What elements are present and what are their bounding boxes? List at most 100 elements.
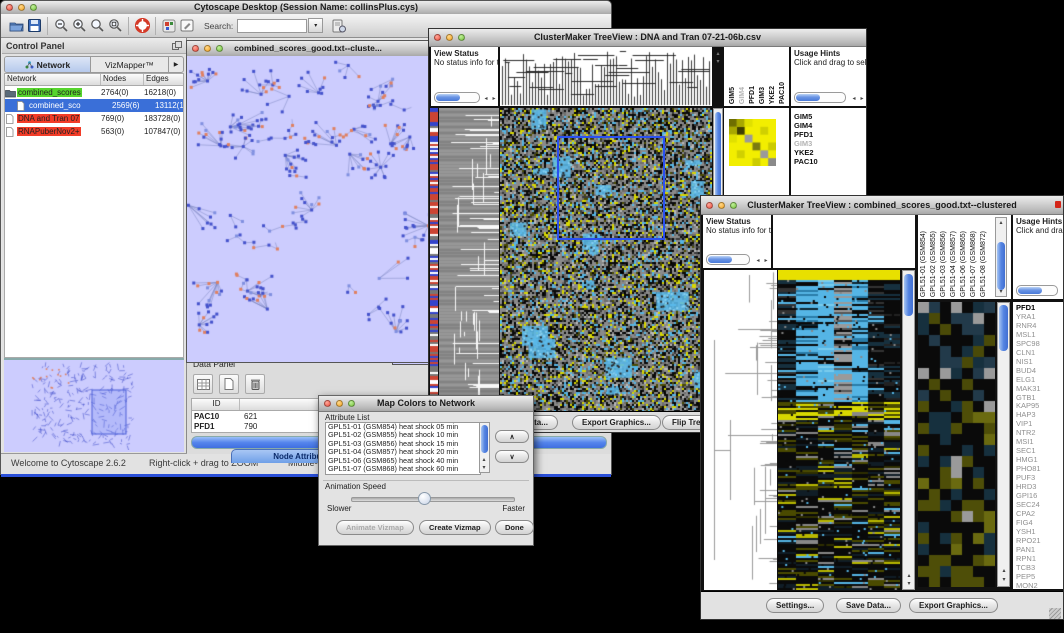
save-icon[interactable] xyxy=(25,17,43,35)
new-attribute-icon[interactable] xyxy=(219,374,239,394)
column-header-nodes[interactable]: Nodes xyxy=(101,74,144,85)
gene-list-item[interactable]: PAC10 xyxy=(791,157,866,166)
tab-network[interactable]: Network xyxy=(5,57,91,72)
attribute-list[interactable]: GPL51-01 (GSM854) heat shock 05 minGPL51… xyxy=(325,422,481,475)
tab-overflow-button[interactable]: ▶ xyxy=(168,57,183,72)
speed-slider-track[interactable] xyxy=(351,497,515,502)
table-icon[interactable] xyxy=(193,374,213,394)
network-row[interactable]: RNAPuberNov2+ 563(0) 107847(0) xyxy=(5,125,183,138)
scroll-down-icon[interactable]: ▾ xyxy=(1000,577,1008,583)
node-attribute-icon[interactable] xyxy=(160,17,178,35)
scroll-up-icon[interactable]: ▴ xyxy=(1000,568,1008,574)
tv2-zoom-scrollbar[interactable]: ▴ ▾ xyxy=(997,302,1010,587)
delete-attribute-icon[interactable] xyxy=(245,374,265,394)
dialog-titlebar[interactable]: Map Colors to Network xyxy=(319,396,533,412)
column-label[interactable]: GPL51-04 (GSM857) xyxy=(950,231,958,297)
network-row[interactable]: DNA and Tran 07 769(0) 183728(0) xyxy=(5,112,183,125)
column-label[interactable]: GIM4 xyxy=(739,87,747,104)
network-window-1-titlebar[interactable]: combined_scores_good.txt--cluste... xyxy=(187,41,429,57)
column-label[interactable]: GPL51-08 (GSM872) xyxy=(980,231,988,297)
network-table-header[interactable]: Network Nodes Edges xyxy=(5,74,183,86)
scroll-up-icon[interactable]: ▴ xyxy=(997,220,1005,226)
global-heatmap-canvas[interactable] xyxy=(729,119,776,166)
gene-list-item[interactable]: YKE2 xyxy=(791,148,866,157)
network-canvas[interactable] xyxy=(187,56,429,362)
scroll-up-icon[interactable]: ▴ xyxy=(714,51,722,57)
column-label[interactable]: GIM5 xyxy=(729,87,737,104)
tv2-labels-scrollbar[interactable]: ▴ ▾ xyxy=(995,217,1007,297)
zoom-fit-icon[interactable] xyxy=(88,17,106,35)
move-up-button[interactable]: ∧ xyxy=(495,430,529,443)
gene-list-item[interactable]: MON2 xyxy=(1013,582,1064,589)
save-data-button[interactable]: Save Data... xyxy=(836,598,901,613)
zoom-in-icon[interactable] xyxy=(70,17,88,35)
hints-hscrollbar[interactable] xyxy=(794,92,846,103)
tv2-zoom-heatmap[interactable] xyxy=(918,302,995,587)
treeview1-titlebar[interactable]: ClusterMaker TreeView : DNA and Tran 07-… xyxy=(429,29,866,47)
column-label[interactable]: GPL51-01 (GSM854) xyxy=(920,231,928,297)
column-label[interactable]: PFD1 xyxy=(749,86,757,104)
scroll-left-icon[interactable]: ◂ xyxy=(754,258,762,264)
float-panel-icon[interactable] xyxy=(172,37,182,55)
column-header-edges[interactable]: Edges xyxy=(144,74,183,85)
scroll-up-icon[interactable]: ▴ xyxy=(905,573,913,579)
resize-grip[interactable] xyxy=(1049,608,1061,620)
status-hscrollbar[interactable] xyxy=(706,254,750,265)
open-file-icon[interactable] xyxy=(7,17,25,35)
tab-vizmapper[interactable]: VizMapper™ xyxy=(91,57,168,72)
scroll-down-icon[interactable]: ▾ xyxy=(905,581,913,587)
gene-list-item[interactable]: GIM5 xyxy=(791,112,866,121)
treeview2-titlebar[interactable]: ClusterMaker TreeView : combined_scores_… xyxy=(701,196,1063,215)
column-label[interactable]: GPL51-07 (GSM868) xyxy=(970,231,978,297)
attribute-item[interactable]: GPL51-07 (GSM868) heat shock 60 min xyxy=(326,465,480,473)
done-button[interactable]: Done xyxy=(495,520,534,535)
speed-slider-thumb[interactable] xyxy=(418,492,431,505)
column-label[interactable]: PAC10 xyxy=(779,82,787,104)
tv1-row-dendrogram[interactable] xyxy=(439,108,499,411)
settings-button[interactable]: Settings... xyxy=(766,598,824,613)
column-label[interactable]: GPL51-03 (GSM856) xyxy=(940,231,948,297)
status-hscrollbar[interactable] xyxy=(434,92,480,103)
import-table-icon[interactable] xyxy=(330,17,348,35)
column-label[interactable]: GPL51-06 (GSM865) xyxy=(960,231,968,297)
cytoscape-titlebar[interactable]: Cytoscape Desktop (Session Name: collins… xyxy=(1,1,611,15)
scroll-right-icon[interactable]: ▸ xyxy=(858,96,866,102)
column-header-id[interactable]: ID xyxy=(192,399,240,410)
scroll-left-icon[interactable]: ◂ xyxy=(482,96,490,102)
tv1-column-dendrogram[interactable] xyxy=(500,47,712,106)
animate-vizmap-button[interactable]: Animate Vizmap xyxy=(336,520,414,535)
create-vizmap-button[interactable]: Create Vizmap xyxy=(419,520,491,535)
annotation-icon[interactable] xyxy=(178,17,196,35)
tv2-vscrollbar[interactable]: ▴ ▾ xyxy=(902,270,915,590)
network-row[interactable]: combined_scores 2764(0) 16218(0) xyxy=(5,86,183,99)
scroll-right-icon[interactable]: ▸ xyxy=(762,258,770,264)
scroll-down-icon[interactable]: ▾ xyxy=(714,59,722,65)
heatmap-selection-rect[interactable] xyxy=(557,136,665,240)
gene-list-item[interactable]: PFD1 xyxy=(791,130,866,139)
tv1-heatmap[interactable] xyxy=(500,108,712,411)
scroll-left-icon[interactable]: ◂ xyxy=(850,96,858,102)
search-input[interactable] xyxy=(237,19,307,33)
export-graphics-button[interactable]: Export Graphics... xyxy=(572,415,661,430)
tv2-heatmap[interactable] xyxy=(778,270,900,590)
hints-hscrollbar[interactable] xyxy=(1016,285,1058,296)
search-dropdown-button[interactable]: ▾ xyxy=(308,18,323,33)
column-label[interactable]: GIM3 xyxy=(759,87,767,104)
scroll-down-icon[interactable]: ▾ xyxy=(480,465,488,471)
column-label[interactable]: YKE2 xyxy=(769,86,777,104)
network-overview-panel[interactable] xyxy=(4,358,184,452)
export-graphics-button[interactable]: Export Graphics... xyxy=(909,598,998,613)
scroll-right-icon[interactable]: ▸ xyxy=(490,96,498,102)
gene-list-item[interactable]: GIM4 xyxy=(791,121,866,130)
scroll-down-icon[interactable]: ▾ xyxy=(997,289,1005,295)
attribute-list-scrollbar[interactable]: ▴ ▾ xyxy=(479,422,490,473)
help-lifesaver-icon[interactable] xyxy=(133,17,151,35)
zoom-actual-icon[interactable] xyxy=(106,17,124,35)
tv2-row-dendrogram[interactable] xyxy=(704,270,777,590)
zoom-out-icon[interactable] xyxy=(52,17,70,35)
gene-list-item[interactable]: GIM3 xyxy=(791,139,866,148)
tv2-column-dendrogram[interactable] xyxy=(773,215,915,268)
overview-canvas[interactable] xyxy=(4,360,184,450)
column-label[interactable]: GPL51-02 (GSM855) xyxy=(930,231,938,297)
network-row[interactable]: combined_sco 2569(6) 13112(15) xyxy=(5,99,183,112)
